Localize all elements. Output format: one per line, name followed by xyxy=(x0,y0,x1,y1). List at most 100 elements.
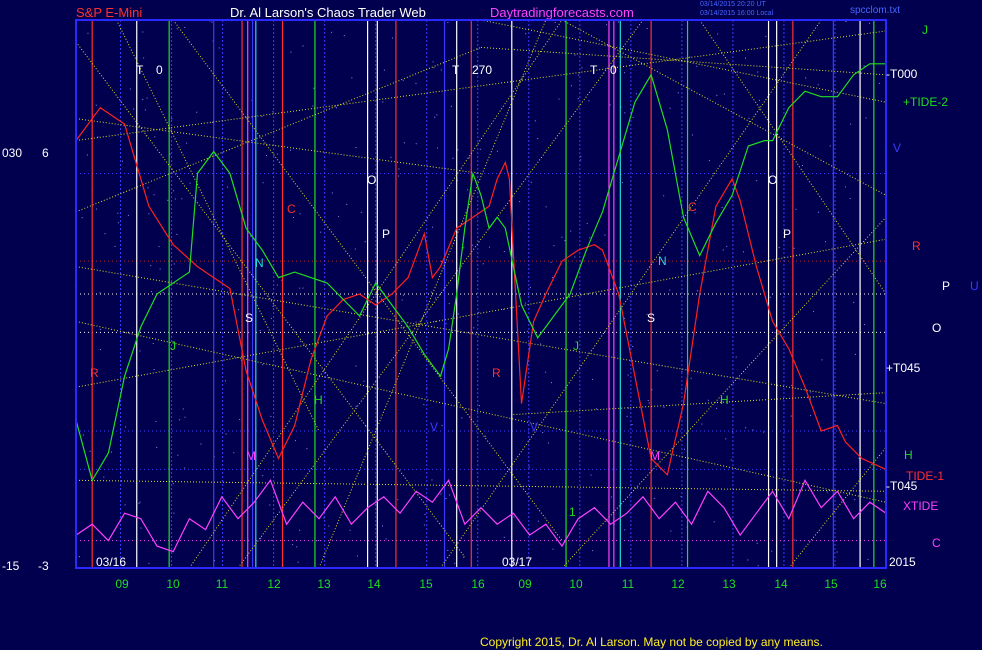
right-label: O xyxy=(932,321,941,335)
star-dot xyxy=(401,299,403,301)
star-dot xyxy=(624,72,626,74)
star-dot xyxy=(356,555,358,557)
date-label: 03/17 xyxy=(502,555,532,569)
star-dot xyxy=(854,499,856,501)
star-dot xyxy=(836,551,838,553)
x-tick-label: 10 xyxy=(166,577,180,591)
star-dot xyxy=(302,45,304,47)
star-dot xyxy=(226,186,228,188)
star-dot xyxy=(863,324,865,326)
star-dot xyxy=(261,116,263,118)
star-dot xyxy=(239,418,241,420)
year-label: 2015 xyxy=(889,555,916,569)
star-dot xyxy=(757,71,759,73)
star-dot xyxy=(432,61,434,63)
star-dot xyxy=(479,405,481,407)
star-dot xyxy=(759,99,761,101)
star-dot xyxy=(606,24,608,26)
star-dot xyxy=(529,287,531,289)
angle-line xyxy=(75,479,887,492)
star-dot xyxy=(795,208,797,210)
star-dot xyxy=(854,353,856,355)
star-dot xyxy=(670,530,672,532)
star-dot xyxy=(526,330,528,332)
star-dot xyxy=(519,201,521,203)
star-dot xyxy=(537,520,539,522)
star-dot xyxy=(364,241,366,243)
star-dot xyxy=(266,154,268,156)
star-dot xyxy=(440,493,442,495)
plot-letter: T xyxy=(590,63,598,77)
star-dot xyxy=(162,292,164,294)
chart-root: S&P E-Mini Dr. Al Larson's Chaos Trader … xyxy=(0,0,982,650)
star-dot xyxy=(238,309,240,311)
star-dot xyxy=(173,190,175,192)
star-dot xyxy=(317,539,319,541)
star-dot xyxy=(618,21,620,23)
star-dot xyxy=(869,22,870,24)
star-dot xyxy=(669,289,671,291)
star-dot xyxy=(174,198,176,200)
star-dot xyxy=(173,263,175,265)
star-dot xyxy=(681,370,683,372)
plot-letter: R xyxy=(90,366,99,380)
star-dot xyxy=(445,323,447,325)
star-dot xyxy=(355,365,357,367)
star-dot xyxy=(752,429,754,431)
star-dot xyxy=(434,321,436,323)
star-dot xyxy=(146,97,148,99)
star-dot xyxy=(825,241,827,243)
star-dot xyxy=(172,483,174,485)
star-dot xyxy=(570,85,572,87)
star-dot xyxy=(632,346,634,348)
star-dot xyxy=(82,434,84,436)
right-label: U xyxy=(970,279,979,293)
star-dot xyxy=(297,561,299,563)
star-dot xyxy=(574,54,576,56)
star-dot xyxy=(554,21,556,23)
star-dot xyxy=(656,370,658,372)
x-tick-label: 09 xyxy=(115,577,129,591)
x-tick-label: 10 xyxy=(569,577,583,591)
plot-letter: V xyxy=(530,420,538,434)
star-dot xyxy=(790,415,792,417)
star-dot xyxy=(577,98,579,100)
star-dot xyxy=(747,559,749,561)
star-dot xyxy=(294,440,296,442)
star-dot xyxy=(436,147,438,149)
star-dot xyxy=(721,206,723,208)
star-dot xyxy=(609,104,611,106)
star-dot xyxy=(574,256,576,258)
star-dot xyxy=(441,260,443,262)
star-dot xyxy=(708,160,710,162)
star-dot xyxy=(853,301,855,303)
star-dot xyxy=(382,101,384,103)
star-dot xyxy=(756,542,758,544)
star-dot xyxy=(390,156,392,158)
star-dot xyxy=(218,47,220,49)
x-tick-label: 15 xyxy=(824,577,838,591)
star-dot xyxy=(398,175,400,177)
star-dot xyxy=(424,513,426,515)
star-dot xyxy=(558,98,560,100)
x-tick-label: 12 xyxy=(267,577,281,591)
star-dot xyxy=(99,292,101,294)
star-dot xyxy=(110,451,112,453)
plot-letter: C xyxy=(688,200,697,214)
star-dot xyxy=(331,192,333,194)
star-dot xyxy=(632,116,634,118)
star-dot xyxy=(430,291,432,293)
star-dot xyxy=(849,198,851,200)
star-dot xyxy=(153,369,155,371)
star-dot xyxy=(435,297,436,299)
star-dot xyxy=(689,56,691,58)
star-dot xyxy=(485,435,487,437)
right-label: R xyxy=(912,239,921,253)
star-dot xyxy=(669,107,671,109)
star-dot xyxy=(570,230,572,232)
star-dot xyxy=(147,187,149,189)
star-dot xyxy=(86,154,88,156)
star-dot xyxy=(478,311,480,313)
plot-letter: C xyxy=(287,202,296,216)
star-dot xyxy=(595,408,597,410)
